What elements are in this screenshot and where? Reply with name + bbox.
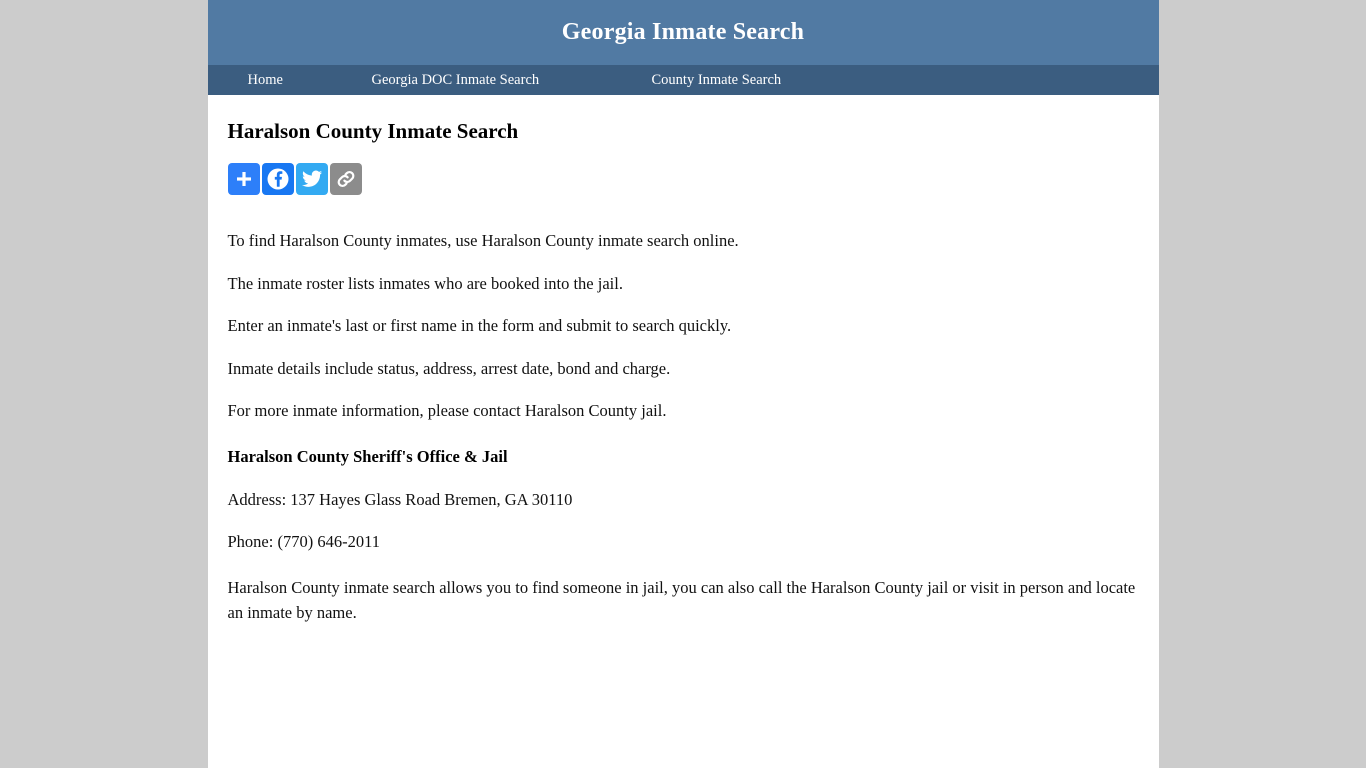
facility-address: Address: 137 Hayes Glass Road Bremen, GA… [227,489,573,509]
facebook-icon [266,167,290,191]
share-facebook-button[interactable] [261,163,294,195]
intro-text-block: To find Haralson County inmates, use Har… [228,228,1139,424]
share-copy-link-button[interactable] [329,163,362,195]
intro-line: To find Haralson County inmates, use Har… [227,231,739,250]
closing-paragraph: Haralson County inmate search allows you… [227,578,1136,622]
facility-name: Haralson County Sheriff's Office & Jail [227,447,508,466]
intro-line: The inmate roster lists inmates who are … [227,273,623,293]
contact-block: Haralson County Sheriff's Office & Jail … [228,444,1139,555]
intro-line: For more inmate information, please cont… [227,401,667,420]
page-title: Haralson County Inmate Search [227,119,519,143]
main-navigation: Home Georgia DOC Inmate Search County In… [207,65,1159,95]
nav-item-georgia-doc-inmate-search[interactable]: Georgia DOC Inmate Search [372,72,652,89]
share-twitter-button[interactable] [295,163,328,195]
main-content: Haralson County Inmate Search To find Ha… [208,119,1159,625]
twitter-icon [301,168,323,190]
share-bar [227,163,1139,195]
intro-line: Enter an inmate's last or first name in … [227,316,732,335]
facility-phone: Phone: (770) 646-2011 [227,532,380,551]
nav-item-county-inmate-search[interactable]: County Inmate Search [652,72,782,89]
site-title: Georgia Inmate Search [561,19,805,45]
share-addthis-button[interactable] [227,163,260,195]
link-icon [335,168,357,190]
intro-line: Inmate details include status, address, … [227,358,671,378]
nav-item-home[interactable]: Home [248,72,372,89]
plus-icon [234,169,254,189]
site-header: Georgia Inmate Search [207,0,1159,65]
page-container: Georgia Inmate Search Home Georgia DOC I… [207,0,1159,768]
